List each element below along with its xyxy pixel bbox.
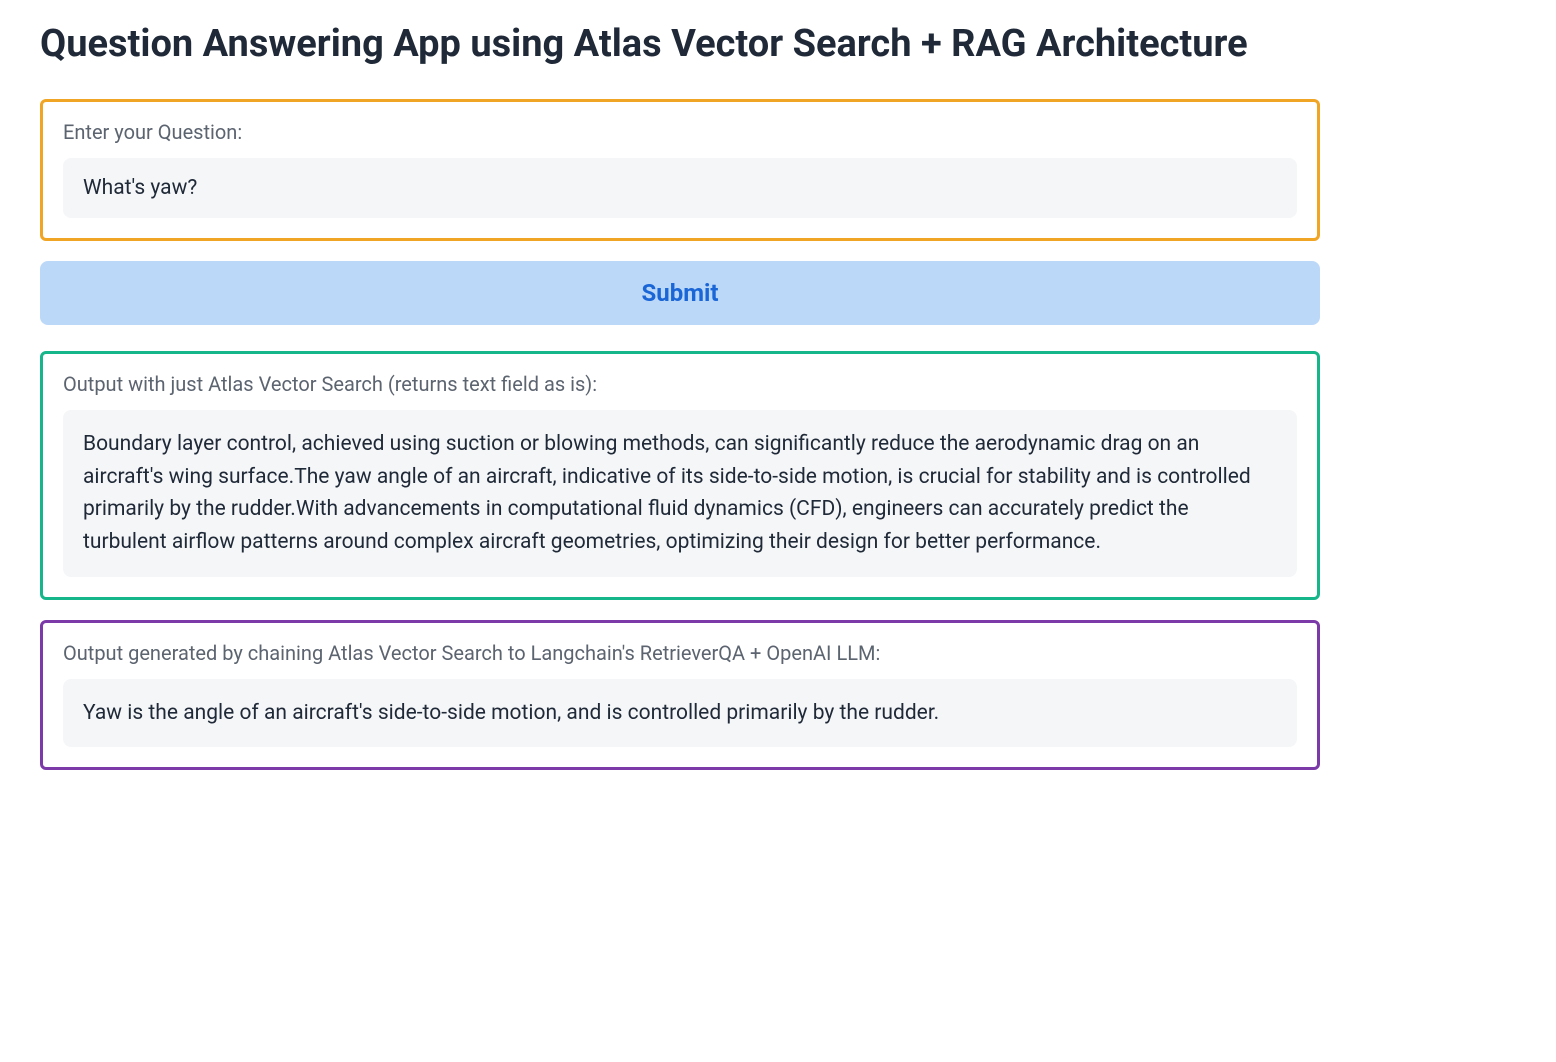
vector-search-output-text: Boundary layer control, achieved using s… <box>63 410 1297 576</box>
submit-button[interactable]: Submit <box>40 261 1320 325</box>
question-label: Enter your Question: <box>63 120 1297 144</box>
rag-output-panel: Output generated by chaining Atlas Vecto… <box>40 620 1320 771</box>
question-input[interactable] <box>63 158 1297 218</box>
vector-search-output-label: Output with just Atlas Vector Search (re… <box>63 372 1297 396</box>
rag-output-label: Output generated by chaining Atlas Vecto… <box>63 641 1297 665</box>
vector-search-output-panel: Output with just Atlas Vector Search (re… <box>40 351 1320 599</box>
rag-output-text: Yaw is the angle of an aircraft's side-t… <box>63 679 1297 748</box>
page-title: Question Answering App using Atlas Vecto… <box>40 20 1320 69</box>
question-panel: Enter your Question: <box>40 99 1320 241</box>
